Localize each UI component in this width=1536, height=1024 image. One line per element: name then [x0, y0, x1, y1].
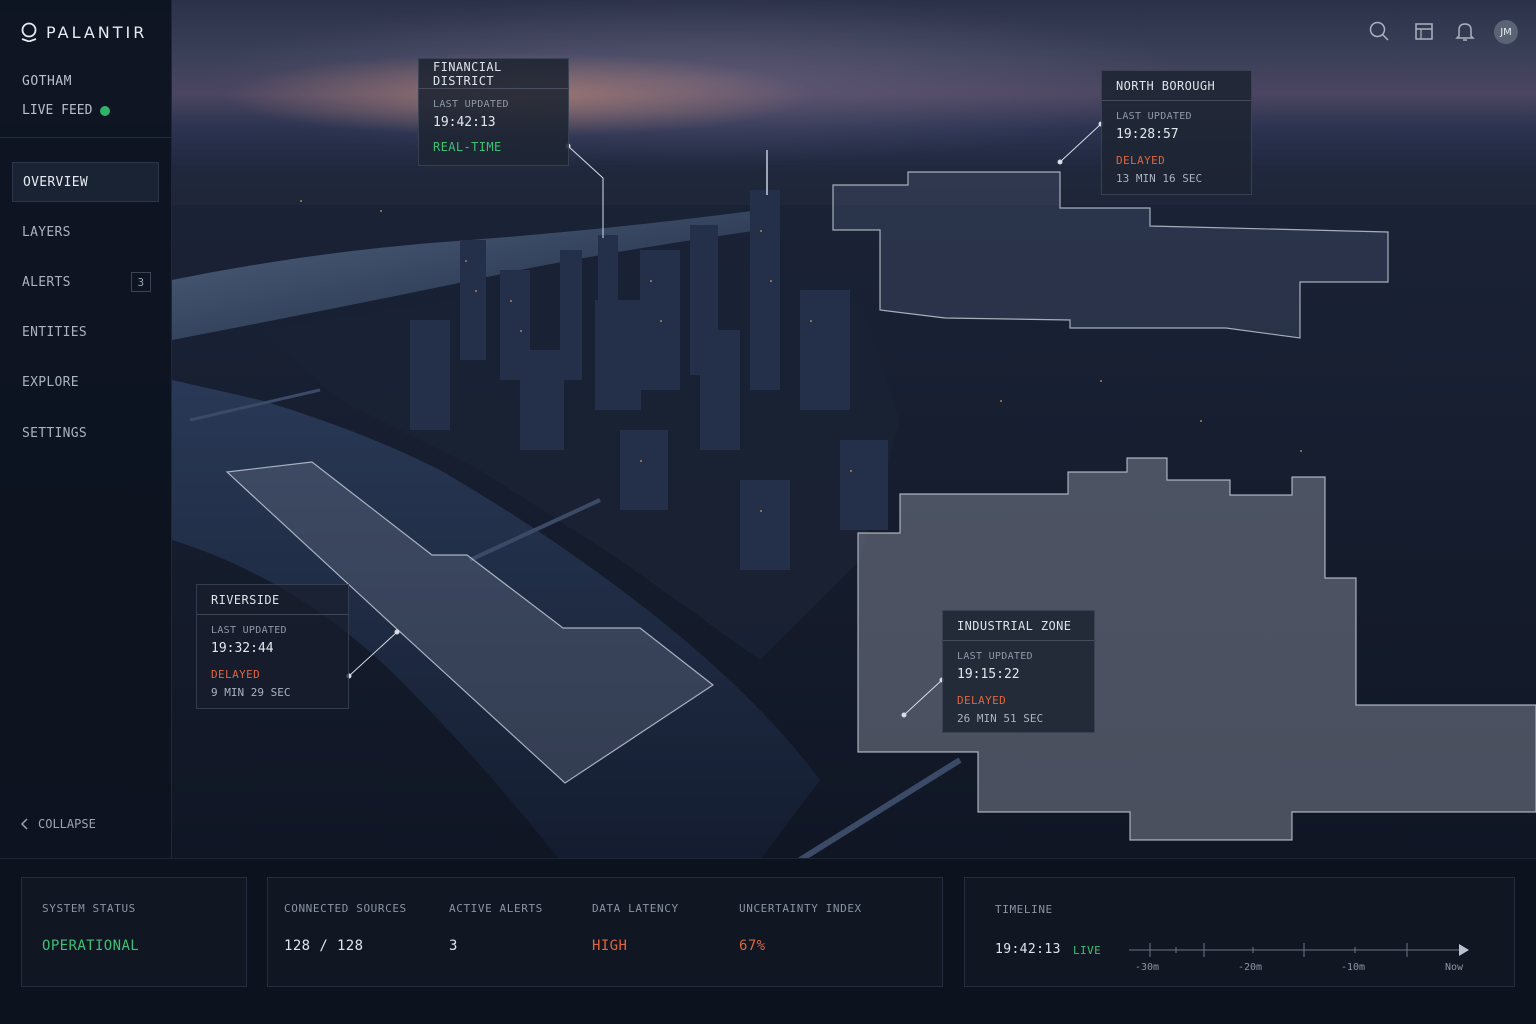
timeline-tick-label: Now: [1445, 962, 1464, 973]
region-callout-north-borough[interactable]: NORTH BOROUGH LAST UPDATED 19:28:57 DELA…: [1101, 70, 1252, 195]
app-name: PALANTIR: [46, 22, 148, 42]
timeline-tick-label: -30m: [1135, 962, 1160, 973]
uncertainty-index-label: UNCERTAINTY INDEX: [739, 902, 862, 915]
last-updated-label: LAST UPDATED: [211, 625, 287, 636]
connected-sources-label: CONNECTED SOURCES: [284, 902, 407, 915]
region-callout-industrial-zone[interactable]: INDUSTRIAL ZONE LAST UPDATED 19:15:22 DE…: [942, 610, 1095, 733]
region-callout-riverside[interactable]: RIVERSIDE LAST UPDATED 19:32:44 DELAYED …: [196, 584, 349, 709]
data-latency-label: DATA LATENCY: [592, 902, 679, 915]
active-alerts-label: ACTIVE ALERTS: [449, 902, 543, 915]
sidebar-item-layers[interactable]: LAYERS: [12, 212, 159, 252]
sidebar-item-label: ENTITIES: [22, 324, 88, 340]
data-latency-value: HIGH: [592, 938, 628, 954]
metrics-panel: CONNECTED SOURCES 128 / 128 ACTIVE ALERT…: [267, 877, 943, 987]
timeline-current-time: 19:42:13: [995, 942, 1061, 957]
bell-icon[interactable]: [1454, 20, 1476, 42]
workspace-name: GOTHAM: [22, 74, 72, 89]
timeline-panel: TIMELINE 19:42:13 LIVE -30m -20m -10m No…: [964, 877, 1515, 987]
last-updated-label: LAST UPDATED: [433, 99, 509, 110]
sidebar-item-label: OVERVIEW: [23, 174, 89, 190]
calendar-icon[interactable]: [1413, 20, 1435, 42]
region-status: DELAYED: [1116, 154, 1166, 167]
region-callout-financial-district[interactable]: FINANCIAL DISTRICT LAST UPDATED 19:42:13…: [418, 58, 569, 166]
region-name: RIVERSIDE: [197, 585, 348, 615]
sidebar-item-entities[interactable]: ENTITIES: [12, 312, 159, 352]
last-updated-time: 19:28:57: [1116, 127, 1179, 142]
region-name: INDUSTRIAL ZONE: [943, 611, 1094, 641]
timeline-now-arrow-icon: [1459, 944, 1469, 956]
sidebar: PALANTIR GOTHAM LIVE FEED OVERVIEW LAYER…: [0, 0, 172, 858]
map-view[interactable]: FINANCIAL DISTRICT LAST UPDATED 19:42:13…: [0, 0, 1536, 860]
system-status-value: OPERATIONAL: [42, 938, 140, 954]
timeline-scrubber[interactable]: [1125, 938, 1475, 958]
live-feed-label: LIVE FEED: [22, 103, 93, 118]
uncertainty-index-value: 67%: [739, 938, 766, 954]
last-updated-time: 19:32:44: [211, 641, 274, 656]
sidebar-divider: [0, 137, 172, 138]
timeline-mode: LIVE: [1073, 944, 1102, 957]
palantir-logo-icon: [21, 22, 37, 42]
sidebar-item-label: SETTINGS: [22, 425, 88, 441]
region-status: DELAYED: [957, 694, 1007, 707]
system-status-panel: SYSTEM STATUS OPERATIONAL: [21, 877, 247, 987]
region-status: DELAYED: [211, 668, 261, 681]
sidebar-item-label: LAYERS: [22, 224, 71, 240]
collapse-button[interactable]: COLLAPSE: [20, 817, 96, 831]
timeline-tick-label: -10m: [1341, 962, 1366, 973]
search-icon[interactable]: [1368, 20, 1390, 42]
live-status-dot: [100, 105, 111, 116]
last-updated-time: 19:42:13: [433, 115, 496, 130]
sidebar-item-label: ALERTS: [22, 274, 71, 290]
last-updated-label: LAST UPDATED: [1116, 111, 1192, 122]
delay-duration: 26 MIN 51 SEC: [957, 712, 1044, 725]
sidebar-item-alerts[interactable]: ALERTS 3: [12, 262, 159, 302]
user-avatar[interactable]: JM: [1494, 20, 1518, 44]
active-alerts-value: 3: [449, 938, 458, 954]
alerts-count-badge: 3: [131, 272, 151, 292]
system-status-label: SYSTEM STATUS: [42, 902, 136, 915]
live-feed-indicator: LIVE FEED: [22, 103, 111, 118]
connected-sources-value: 128 / 128: [284, 938, 364, 954]
delay-duration: 13 MIN 16 SEC: [1116, 172, 1203, 185]
region-name: FINANCIAL DISTRICT: [419, 59, 568, 89]
region-status: REAL-TIME: [433, 140, 502, 154]
region-name: NORTH BOROUGH: [1102, 71, 1251, 101]
app-logo[interactable]: PALANTIR: [20, 22, 147, 42]
sidebar-item-overview[interactable]: OVERVIEW: [12, 162, 159, 202]
delay-duration: 9 MIN 29 SEC: [211, 686, 291, 699]
sidebar-item-settings[interactable]: SETTINGS: [12, 413, 159, 453]
status-bar: SYSTEM STATUS OPERATIONAL CONNECTED SOUR…: [0, 858, 1536, 1024]
collapse-label: COLLAPSE: [38, 817, 96, 831]
timeline-label: TIMELINE: [995, 903, 1053, 916]
last-updated-label: LAST UPDATED: [957, 651, 1033, 662]
timeline-tick-label: -20m: [1238, 962, 1263, 973]
last-updated-time: 19:15:22: [957, 667, 1020, 682]
sidebar-item-explore[interactable]: EXPLORE: [12, 362, 159, 402]
sidebar-item-label: EXPLORE: [22, 374, 79, 390]
city-aerial-image: [172, 121, 1536, 860]
chevron-left-icon: [20, 818, 28, 830]
